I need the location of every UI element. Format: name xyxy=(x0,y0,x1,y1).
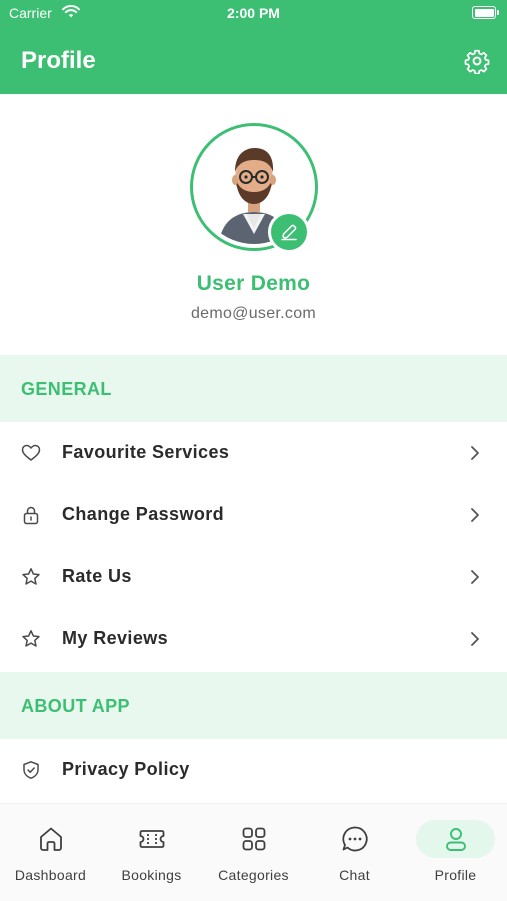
star-icon xyxy=(22,568,40,585)
menu-item-change-password[interactable]: Change Password xyxy=(0,484,507,546)
status-bar: Carrier 2:00 PM xyxy=(0,0,507,28)
user-email: demo@user.com xyxy=(190,305,317,322)
ticket-icon xyxy=(139,830,164,848)
tab-bookings[interactable]: Bookings xyxy=(101,804,202,901)
chevron-right-icon xyxy=(471,508,479,522)
section-header-general: GENERAL xyxy=(0,355,507,422)
section-title: ABOUT APP xyxy=(21,696,130,716)
gear-icon[interactable] xyxy=(464,48,490,74)
menu-item-label: Favourite Services xyxy=(62,442,230,462)
star-icon xyxy=(22,630,40,647)
menu-item-privacy-policy[interactable]: Privacy Policy xyxy=(0,739,507,801)
battery-icon xyxy=(472,6,499,19)
tab-label: Profile xyxy=(434,867,477,883)
tab-categories[interactable]: Categories xyxy=(203,804,304,901)
tab-profile[interactable]: Profile xyxy=(405,804,506,901)
pencil-icon xyxy=(281,224,297,241)
bottom-tab-bar: Dashboard Bookings Categories Chat Profi… xyxy=(0,803,507,901)
shield-check-icon xyxy=(23,761,39,779)
page-title: Profile xyxy=(21,47,96,74)
section-header-about-app: ABOUT APP xyxy=(0,672,507,739)
clock: 2:00 PM xyxy=(227,5,280,21)
user-name: User Demo xyxy=(196,272,311,295)
menu-item-rate-us[interactable]: Rate Us xyxy=(0,546,507,608)
tab-label: Chat xyxy=(339,867,370,883)
chevron-right-icon xyxy=(471,446,479,460)
menu-item-label: Privacy Policy xyxy=(62,759,190,779)
chevron-right-icon xyxy=(471,570,479,584)
profile-header: User Demo demo@user.com xyxy=(0,94,507,355)
menu-item-label: My Reviews xyxy=(62,628,169,648)
grid-icon xyxy=(242,827,265,851)
tab-chat[interactable]: Chat xyxy=(304,804,405,901)
section-title: GENERAL xyxy=(21,379,112,399)
user-icon xyxy=(445,828,466,851)
heart-icon xyxy=(21,444,41,461)
chat-bubble-icon xyxy=(341,826,368,852)
menu-item-favourite-services[interactable]: Favourite Services xyxy=(0,422,507,484)
menu-item-label: Change Password xyxy=(62,504,225,524)
lock-icon xyxy=(23,506,39,525)
menu-item-my-reviews[interactable]: My Reviews xyxy=(0,608,507,670)
tab-label: Dashboard xyxy=(14,867,87,883)
tab-label: Categories xyxy=(218,867,289,883)
menu-item-label: Rate Us xyxy=(62,566,132,586)
app-bar: Profile xyxy=(0,28,507,94)
tab-dashboard[interactable]: Dashboard xyxy=(0,804,101,901)
tab-label: Bookings xyxy=(121,867,182,883)
home-icon xyxy=(39,827,62,851)
chevron-right-icon xyxy=(471,632,479,646)
edit-avatar-button[interactable] xyxy=(268,211,310,253)
